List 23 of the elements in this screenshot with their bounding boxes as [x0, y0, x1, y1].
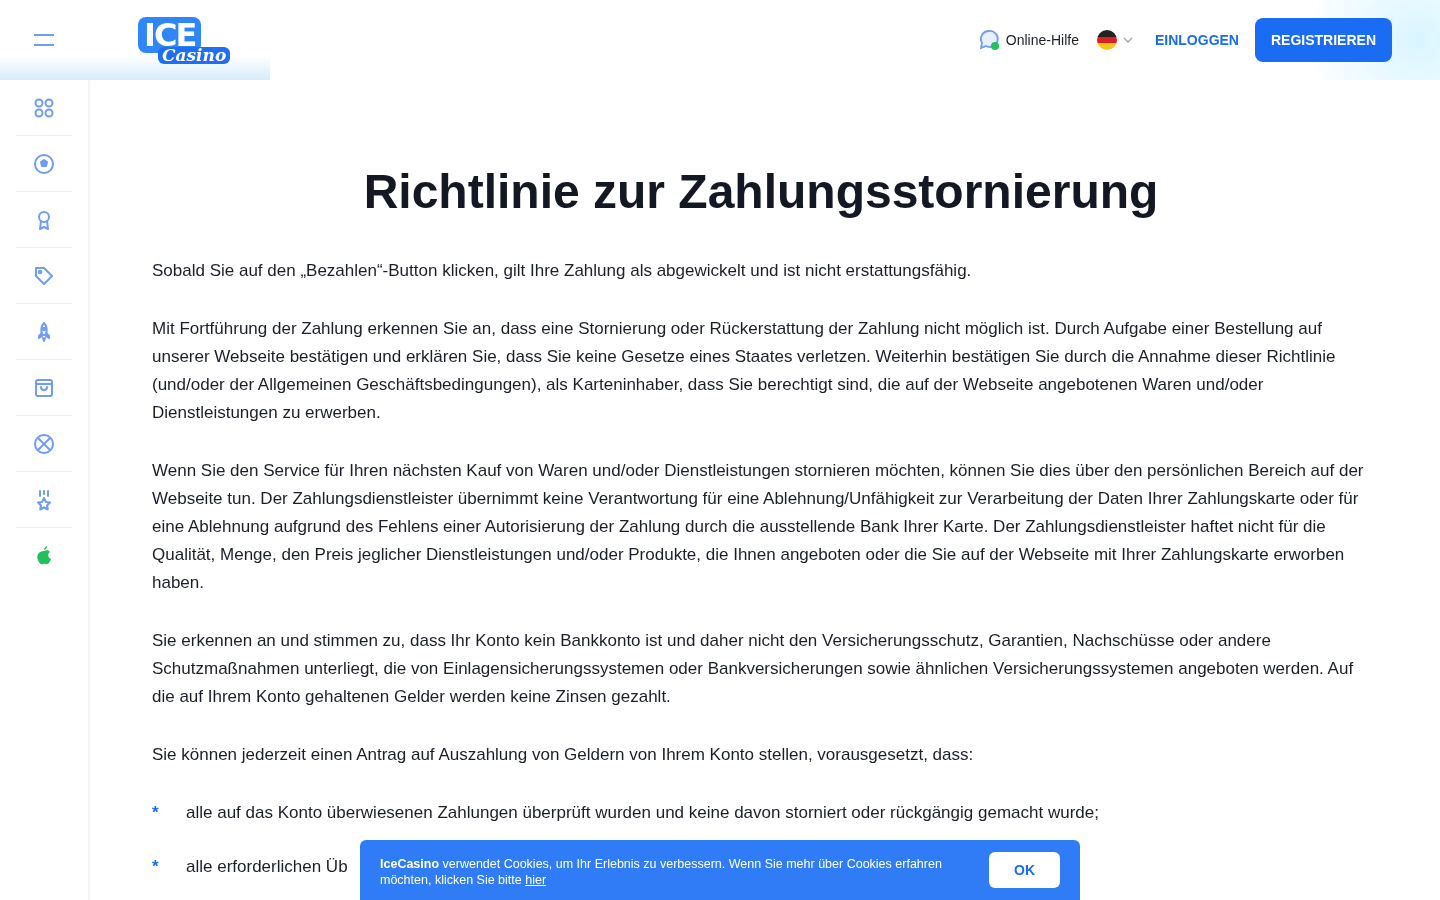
- page-title: Richtlinie zur Zahlungsstornierung: [362, 164, 1160, 219]
- accept-cookies-button[interactable]: OK: [989, 852, 1060, 888]
- online-help-link[interactable]: Online-Hilfe: [977, 29, 1079, 51]
- cookie-info-link[interactable]: hier: [525, 873, 547, 887]
- list-item-text: alle erforderlichen Üb: [186, 856, 348, 878]
- menu-icon[interactable]: [33, 32, 55, 48]
- list-item-text: alle auf das Konto überwiesenen Zahlungen überprüft wurden und keine davon storniert oder rückgängig gemacht wurde;: [186, 802, 1099, 824]
- logo-script-text[interactable]: Casino: [158, 46, 231, 64]
- intro-text: Sie können jederzeit einen Antrag auf Auszahlung von Geldern von Ihrem Konto stellen, vorausgesetzt, dass:: [152, 744, 975, 766]
- login-button[interactable]: EINLOGGEN: [1154, 32, 1239, 48]
- soccer-ball-icon: [32, 151, 56, 176]
- bullet-marker: *: [152, 856, 160, 878]
- paragraph: Sie erkennen an und stimmen zu, dass Ihr Konto kein Bankkonto ist und daher nicht den Versicherungsschutz, Garantien, Nachschüsse oder andere Schutzmaßnahmen unterliegt, die von Einlagensicherungssystemen oder Bankversicherungen sowie ähnlichen Versicherungssystemen angeboten werden. Auf die auf Ihrem Konto gehaltenen Gelder werden keine Zinsen gezahlt.: [152, 630, 1355, 708]
- register-button[interactable]: REGISTRIEREN: [1255, 18, 1392, 62]
- paragraph: Wenn Sie den Service für Ihren nächsten Kauf von Waren und/oder Dienstleistungen stornieren möchten, können Sie dies über den persönlichen Bereich auf der Webseite tun. Der Zahlungsdienstleister übernimmt keine Verantwortung für eine Ablehnung/Unfähigkeit zur Verarbeitung der Daten Ihrer Zahlungskarte oder für eine Ablehnung aufgrund des Fehlens einer Autorisierung der Zahlung durch die ausstellende Bank Ihrer Karte. Der Zahlungsdienstleister haftet nicht für die Qualität, Menge, den Preis jeglicher Dienstleistungen und/oder Produkte, die Ihnen angeboten oder die Sie auf der Webseite mit Ihrer Zahlungskarte erworben haben.: [152, 460, 1365, 594]
- chevron-down-icon: [1122, 37, 1133, 43]
- crossed-circle-icon: [32, 431, 56, 456]
- cookie-notice-text: IceCasino verwendet Cookies, um Ihr Erlebnis zu verbessern. Wenn Sie mehr über Cookies erfahren möchten, klicken Sie bitte hier: [380, 856, 943, 888]
- language-selector[interactable]: [1096, 30, 1133, 50]
- chat-bubble-icon: [977, 29, 1000, 51]
- bullet-marker: *: [152, 802, 160, 824]
- paragraph: Sobald Sie auf den „Bezahlen“-Button klicken, gilt Ihre Zahlung als abgewickelt und ist nicht erstattungsfähig.: [152, 260, 973, 282]
- paragraph: Mit Fortführung der Zahlung erkennen Sie an, dass eine Stornierung oder Rückerstattung der Zahlung nicht möglich ist. Durch Aufgabe einer Bestellung auf unserer Webseite bestätigen und erklären Sie, dass Sie keine Gesetze eines Staates verletzen. Weiterhin bestätigen Sie durch die Annahme dieser Richtlinie (und/oder der Allgemeinen Geschäftsbedingungen), als Karteninhaber, dass Sie berechtigt sind, die auf der Webseite angebotenen Waren und/oder Dienstleistungen zu erwerben.: [152, 318, 1337, 424]
